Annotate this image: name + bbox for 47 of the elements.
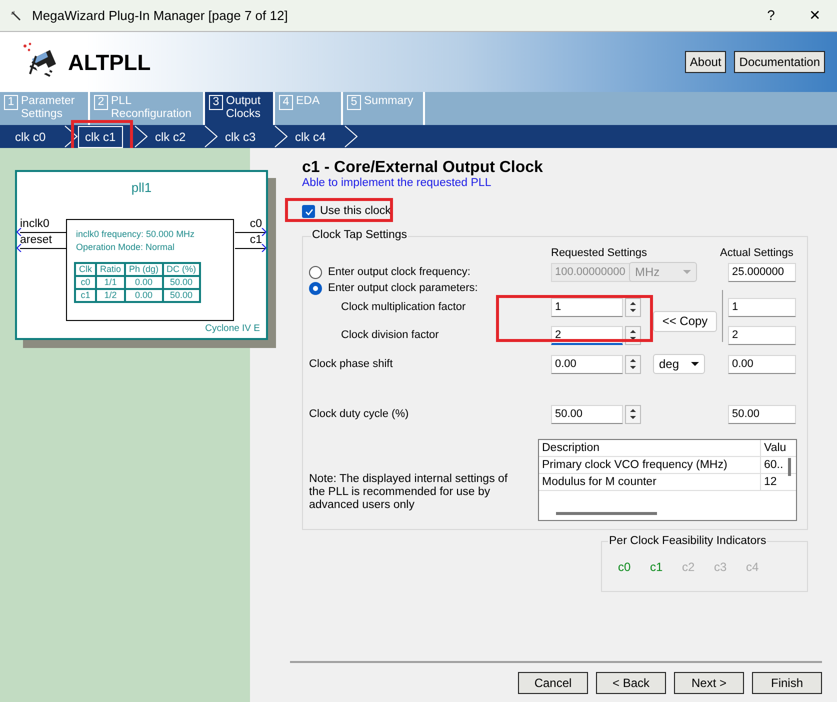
note-text: Note: The displayed internal settings of the PLL is recommended for use by advanced users only [309, 472, 509, 512]
table-cell: c0 [75, 276, 96, 289]
table-header: DC (%) [162, 263, 200, 276]
feasibility-indicator: c4 [746, 559, 760, 576]
table-cell: Primary clock VCO frequency (MHz) [539, 457, 761, 474]
group-title: Per Clock Feasibility Indicators [608, 534, 768, 548]
port-label: areset [20, 234, 52, 247]
group-title: Clock Tap Settings [311, 228, 408, 242]
table-header: Ratio [96, 263, 126, 276]
feasibility-indicator: c2 [682, 559, 696, 576]
column-header: Actual Settings [720, 246, 794, 261]
port-label: c0 [250, 218, 262, 231]
field-label: Clock multiplication factor [340, 300, 467, 315]
port-label: c1 [250, 234, 262, 247]
panel-title: c1 - Core/External Output Clock [302, 158, 544, 177]
table-cell: Modulus for M counter [539, 474, 761, 490]
table-header: Clk [75, 263, 96, 276]
checkbox-label: Use this clock [320, 204, 391, 219]
window-title: MegaWizard Plug-In Manager [page 7 of 12] [32, 6, 288, 25]
table-cell: c1 [75, 289, 96, 302]
field-label: Clock division factor [340, 328, 440, 343]
feasibility-indicator: c3 [714, 559, 728, 576]
feasibility-indicator: c0 [618, 559, 632, 576]
radio-label: Enter output clock frequency: [328, 265, 470, 280]
feasibility-indicator: c1 [650, 559, 664, 576]
table-cell: 1/1 [96, 276, 126, 289]
table-cell: 50.00 [162, 289, 200, 302]
table-cell: 1/2 [96, 289, 126, 302]
table-cell: 0.00 [125, 289, 163, 302]
status-text: Able to implement the requested PLL [302, 177, 492, 189]
table-cell: 50.00 [162, 276, 200, 289]
field-label: Clock phase shift [309, 357, 394, 372]
field-label: Clock duty cycle (%) [309, 407, 410, 422]
column-header: Requested Settings [551, 246, 648, 261]
block-info: inclk0 frequency: 50.000 MHz [76, 229, 195, 240]
table-header: Ph (dg) [125, 263, 163, 276]
radio-label: Enter output clock parameters: [328, 281, 478, 296]
table-cell-text: 12 [763, 475, 777, 490]
port-label: inclk0 [20, 218, 50, 231]
table-cell-text: 60.. [763, 458, 784, 474]
column-header: Description [539, 440, 761, 456]
block-name: pll1 [131, 179, 152, 197]
column-header: Valu [763, 441, 786, 456]
table-cell: 0.00 [125, 276, 163, 289]
block-info: Operation Mode: Normal [76, 242, 175, 253]
device-label: Cyclone IV E [205, 322, 260, 336]
app-title: ALTPLL [68, 48, 151, 76]
